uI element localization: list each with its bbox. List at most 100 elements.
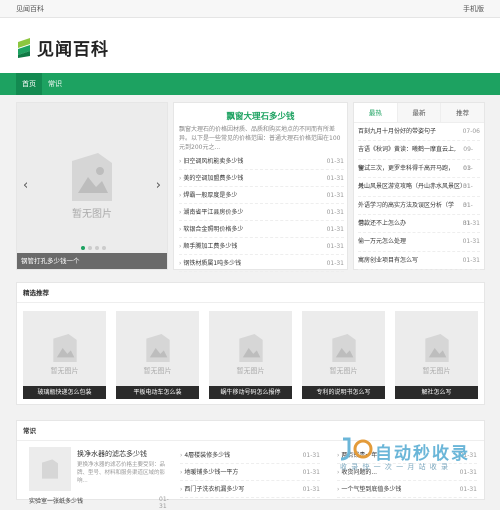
item-title[interactable]: 焊霸一般厚度是多少 [179, 187, 237, 203]
item-date: 01-31 [326, 226, 344, 233]
item-title[interactable]: 一个气垫到底值多少钱 [337, 481, 401, 497]
image-placeholder-icon [331, 334, 356, 362]
tab-hot[interactable]: 最热 [354, 103, 397, 122]
list-item[interactable]: 软银合金照明价格多少 01-31 [179, 221, 344, 238]
list-item[interactable]: 顺手腾加工费多少钱 01-31 [179, 238, 344, 255]
slider-dots [81, 246, 106, 250]
item-title[interactable]: 宫试三次，更罗幸科得千高开马跑，关... [358, 160, 463, 190]
item-title[interactable]: 吉语《秋词》黄读：曦鹤一摩直云上,便... [358, 141, 463, 171]
list-item[interactable]: 一个气垫到底值多少钱 01-31 [337, 481, 477, 498]
list-item[interactable]: 美的空调加盟费多少钱 01-31 [179, 170, 344, 187]
item-title[interactable]: 寓房创业项目有怎么写 [358, 252, 418, 269]
item-date: 01-31 [326, 209, 344, 216]
item-title[interactable]: 顺手腾加工费多少钱 [179, 238, 237, 254]
item-title[interactable]: 借款还不上怎么办 [358, 215, 406, 232]
featured-title[interactable]: 飘窗大理石多少钱 [174, 110, 347, 122]
article-title[interactable]: 换净水器的滤芯多少钱 [77, 449, 147, 459]
card-label[interactable]: 解社怎么写 [395, 386, 478, 399]
item-date: 01-31 [326, 260, 344, 267]
card-label[interactable]: 玻璃瓶快递怎么包装 [23, 386, 106, 399]
article-card[interactable]: 换净水器的滤芯多少钱 更换净水器的滤芯价格主要受到：品牌、型号、材料和服务渠道区… [29, 447, 169, 491]
item-date: 01-31 [159, 496, 169, 510]
list-item[interactable]: 湖南省平江县房价多少 01-31 [179, 204, 344, 221]
list-item[interactable]: 外语学习的高实方法及误区分析（学习... 01-31 [358, 197, 480, 227]
item-title[interactable]: 丹山风景区游览攻略（丹山赤水风景区） [358, 178, 466, 195]
image-placeholder-icon [42, 459, 58, 479]
hot-list: 百刻九月十月份好的带姿句子 07-06 吉语《秋词》黄读：曦鹤一摩直云上,便...… [354, 123, 484, 271]
item-title[interactable]: 西门子洗衣机漏多少写 [180, 481, 244, 497]
card-label[interactable]: 平板电动车怎么装 [116, 386, 199, 399]
item-title[interactable]: 外语学习的高实方法及误区分析（学习... [358, 197, 463, 227]
mobile-link[interactable]: 手机版 [463, 4, 484, 14]
recommend-card[interactable]: 暂无图片 蜗牛移动号码怎么报停 [209, 311, 292, 399]
site-name[interactable]: 见闻百科 [16, 4, 44, 14]
item-title[interactable]: 美的空调加盟费多少钱 [179, 170, 243, 186]
logo[interactable]: 见闻百科 [16, 32, 109, 62]
card-label[interactable]: 专利的说明书怎么写 [302, 386, 385, 399]
item-title[interactable]: 偷一万元怎么处理 [358, 233, 406, 250]
featured-list: 旧空调风机能卖多少钱 01-31 美的空调加盟费多少钱 01-31 焊霸一般厚度是多… [179, 153, 344, 272]
next-arrow-icon[interactable]: › [156, 178, 161, 193]
no-image-text: 暂无图片 [236, 367, 265, 375]
tab-recommend[interactable]: 推荐 [440, 103, 485, 122]
image-placeholder-icon [145, 334, 170, 362]
card-label[interactable]: 蜗牛移动号码怎么报停 [209, 386, 292, 399]
list-item[interactable]: 地暖铺多少钱一平方 01-31 [180, 464, 320, 481]
slider-dot[interactable] [102, 246, 106, 250]
item-title[interactable]: 软银合金照明价格多少 [179, 221, 243, 237]
image-slider[interactable]: 暂无图片 ‹ › 钢管打孔多少钱一个 [16, 102, 168, 270]
list-item[interactable]: 4層楼装修多少钱 01-31 [180, 447, 320, 464]
item-date: 01-31 [462, 219, 480, 227]
slider-dot[interactable] [95, 246, 99, 250]
item-title[interactable]: 旧空调风机能卖多少钱 [179, 153, 243, 169]
item-date: 01-31 [326, 158, 344, 165]
list-item[interactable]: 百刻九月十月份好的带姿句子 07-06 [358, 123, 480, 142]
ranking-panel: 最热 最新 推荐 百刻九月十月份好的带姿句子 07-06 吉语《秋词》黄读：曦鹤一… [353, 102, 485, 271]
item-date: 01-31 [463, 183, 473, 209]
image-placeholder-icon [424, 334, 449, 362]
tab-latest[interactable]: 最新 [396, 103, 441, 122]
slider-dot[interactable] [81, 246, 85, 250]
list-item[interactable]: 实验室一张纸多少钱 01-31 [29, 496, 169, 510]
item-date: 07-06 [462, 128, 480, 135]
item-title[interactable]: 钢铁材质属1吨多少钱 [179, 255, 241, 271]
list-item[interactable]: 钢铁材质属1吨多少钱 01-31 [179, 255, 344, 272]
list-item[interactable]: 寓房创业项目有怎么写 01-31 [358, 252, 480, 271]
no-image-text: 暂无图片 [422, 367, 451, 375]
featured-desc: 飘窗大理石的价格因材质、品质和购买地点的不同而有所差异。以下是一些常见的价格范围… [179, 126, 341, 151]
list-item[interactable]: 丹山风景区游览攻略（丹山赤水风景区） 01-31 [358, 178, 480, 209]
list-item[interactable]: 旧空调风机能卖多少钱 01-31 [179, 153, 344, 170]
common-list: 4層楼装修多少钱 01-31 地暖铺多少钱一平方 01-31 西门子洗衣机漏多少写 0… [180, 447, 320, 498]
list-item[interactable]: 吉语《秋词》黄读：曦鹤一摩直云上,便... 09-03 [358, 141, 480, 172]
watermark-logo-icon [340, 437, 373, 461]
item-title[interactable]: 湖南省平江县房价多少 [179, 204, 243, 220]
list-item[interactable]: 借款还不上怎么办 01-31 [358, 215, 480, 234]
list-item[interactable]: 焊霸一般厚度是多少 01-31 [179, 187, 344, 204]
no-image-text: 暂无图片 [143, 367, 172, 375]
item-title[interactable]: 百刻九月十月份好的带姿句子 [358, 123, 436, 140]
item-title[interactable]: 实验室一张纸多少钱 [29, 498, 83, 505]
item-title[interactable]: 地暖铺多少钱一平方 [180, 464, 238, 480]
item-title[interactable]: 4層楼装修多少钱 [180, 447, 230, 463]
recommend-card[interactable]: 暂无图片 专利的说明书怎么写 [302, 311, 385, 399]
nav-common[interactable]: 常识 [42, 73, 68, 95]
item-date: 01-31 [462, 238, 480, 246]
recommend-card[interactable]: 暂无图片 玻璃瓶快递怎么包装 [23, 311, 106, 399]
prev-arrow-icon[interactable]: ‹ [23, 178, 28, 193]
list-item[interactable]: 宫试三次，更罗幸科得千高开马跑，关... 01-31 [358, 160, 480, 190]
no-image-text: 暂无图片 [329, 367, 358, 375]
ranking-tabs: 最热 最新 推荐 [354, 103, 485, 123]
recommend-title: 精选推荐 [17, 283, 484, 303]
recommend-card[interactable]: 暂无图片 解社怎么写 [395, 311, 478, 399]
article-thumb[interactable] [29, 447, 71, 491]
list-item[interactable]: 西门子洗衣机漏多少写 01-31 [180, 481, 320, 498]
slide-placeholder: 暂无图片 [17, 103, 167, 269]
recommend-card[interactable]: 暂无图片 平板电动车怎么装 [116, 311, 199, 399]
slider-dot[interactable] [88, 246, 92, 250]
featured-panel: 飘窗大理石多少钱 飘窗大理石的价格因材质、品质和购买地点的不同而有所差异。以下是… [173, 102, 348, 272]
no-image-text: 暂无图片 [50, 367, 79, 375]
list-item[interactable]: 偷一万元怎么处理 01-31 [358, 233, 480, 252]
item-date: 01-31 [302, 452, 320, 459]
slide-caption[interactable]: 钢管打孔多少钱一个 [17, 253, 167, 269]
nav-home[interactable]: 首页 [16, 73, 42, 95]
